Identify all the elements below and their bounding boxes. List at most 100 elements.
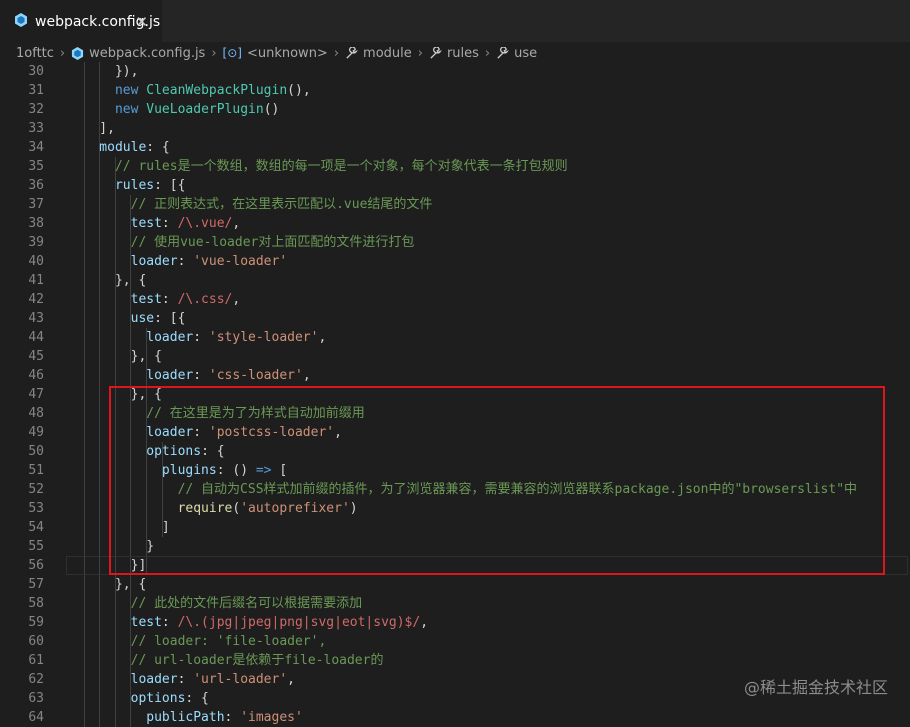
code-text: loader: 'css-loader', [68,366,310,385]
tab-bar: webpack.config.js ✕ [0,0,910,43]
code-token: (), [287,83,311,98]
code-line[interactable]: 64 publicPath: 'images' [0,708,910,727]
line-number: 49 [28,425,44,440]
line-number: 31 [28,83,44,98]
code-token: 'css-loader' [208,368,303,383]
code-line[interactable]: 36 rules: [{ [0,176,910,195]
line-number: 53 [28,501,44,516]
code-text: rules: [{ [68,176,185,195]
wrench-icon [496,46,510,60]
chevron-right-icon: › [211,45,217,61]
code-text: ], [68,119,115,138]
code-line[interactable]: 38 test: /\.vue/, [0,214,910,233]
code-text: // 此处的文件后缀名可以根据需要添加 [68,594,362,613]
line-number: 58 [28,596,44,611]
code-text: new VueLoaderPlugin() [68,100,279,119]
code-line[interactable]: 37 // 正则表达式，在这里表示匹配以.vue结尾的文件 [0,195,910,214]
breadcrumb-folder[interactable]: 1ofttc [16,46,54,61]
code-line[interactable]: 43 use: [{ [0,309,910,328]
code-text: use: [{ [68,309,186,328]
code-text: // loader: 'file-loader', [68,632,327,651]
line-number: 46 [28,368,44,383]
code-token: /\.css/ [177,292,233,307]
line-number: 54 [28,520,44,535]
close-icon[interactable]: ✕ [135,13,148,31]
line-number: 64 [28,710,44,725]
code-line[interactable]: 46 loader: 'css-loader', [0,366,910,385]
code-line[interactable]: 30 }), [0,62,910,81]
code-line[interactable]: 32 new VueLoaderPlugin() [0,100,910,119]
code-token: : [161,216,178,231]
code-text: publicPath: 'images' [68,708,303,727]
code-token: publicPath [68,710,225,725]
code-token: loader [68,330,194,345]
code-token: test [68,615,162,630]
webpack-file-icon [71,46,84,60]
code-line[interactable]: 34 module: { [0,138,910,157]
code-line[interactable]: 42 test: /\.css/, [0,290,910,309]
object-icon: [⊙] [222,46,242,60]
code-text: module: { [68,138,169,157]
code-token: : [177,672,194,687]
code-line[interactable]: 45 }, { [0,347,910,366]
code-line[interactable]: 39 // 使用vue-loader对上面匹配的文件进行打包 [0,233,910,252]
line-number: 39 [28,235,44,250]
code-line[interactable]: 44 loader: 'style-loader', [0,328,910,347]
code-text: new CleanWebpackPlugin(), [68,81,311,100]
code-token: new [68,102,147,117]
code-token: : [161,615,178,630]
code-token: : [161,292,178,307]
line-number: 34 [28,140,44,155]
code-token: module [68,140,147,155]
code-text: test: /\.css/, [68,290,241,309]
code-token: : [{ [154,178,186,193]
code-token: loader [68,368,194,383]
code-token: , [318,330,327,345]
code-line[interactable]: 57 }, { [0,575,910,594]
webpack-file-icon [14,13,28,31]
code-text: loader: 'style-loader', [68,328,326,347]
code-token: // loader: 'file-loader', [68,634,327,649]
line-number: 57 [28,577,44,592]
code-token: : [193,368,209,383]
code-line[interactable]: 35 // rules是一个数组，数组的每一项是一个对象，每个对象代表一条打包规… [0,157,910,176]
breadcrumb-rules[interactable]: rules [447,46,479,61]
line-number: 63 [28,691,44,706]
code-token: 'vue-loader' [193,254,288,269]
code-line[interactable]: 61 // url-loader是依赖于file-loader的 [0,651,910,670]
code-line[interactable]: 59 test: /\.(jpg|jpeg|png|svg|eot|svg)$/… [0,613,910,632]
breadcrumb-unknown[interactable]: <unknown> [247,46,328,61]
breadcrumb-module[interactable]: module [363,46,412,61]
code-token: , [232,216,241,231]
code-line[interactable]: 33 ], [0,119,910,138]
line-number: 38 [28,216,44,231]
code-token: : [193,330,209,345]
code-token: test [68,216,162,231]
code-line[interactable]: 40 loader: 'vue-loader' [0,252,910,271]
code-token: 'style-loader' [208,330,319,345]
code-text: }, { [68,347,162,366]
code-token: // 使用vue-loader对上面匹配的文件进行打包 [68,235,415,250]
code-token: VueLoaderPlugin [146,102,264,117]
code-line[interactable]: 41 }, { [0,271,910,290]
code-token: // 此处的文件后缀名可以根据需要添加 [68,596,363,611]
code-token: // rules是一个数组，数组的每一项是一个对象，每个对象代表一条打包规则 [68,159,568,174]
tab-webpack-config[interactable]: webpack.config.js ✕ [0,0,162,43]
code-line[interactable]: 58 // 此处的文件后缀名可以根据需要添加 [0,594,910,613]
code-token: // url-loader是依赖于file-loader的 [68,653,384,668]
code-token: }), [68,64,139,79]
code-text: // url-loader是依赖于file-loader的 [68,651,384,670]
code-token: 'url-loader' [193,672,288,687]
code-line[interactable]: 31 new CleanWebpackPlugin(), [0,81,910,100]
code-token: ], [68,121,115,136]
code-token: CleanWebpackPlugin [146,83,288,98]
line-number: 51 [28,463,44,478]
code-text: options: { [68,689,209,708]
highlight-box [109,386,885,575]
code-text: test: /\.(jpg|jpeg|png|svg|eot|svg)$/, [68,613,428,632]
breadcrumb-file[interactable]: webpack.config.js [89,46,205,61]
code-token: : [224,710,241,725]
code-token: new [68,83,147,98]
code-line[interactable]: 60 // loader: 'file-loader', [0,632,910,651]
breadcrumb-use[interactable]: use [514,46,537,61]
